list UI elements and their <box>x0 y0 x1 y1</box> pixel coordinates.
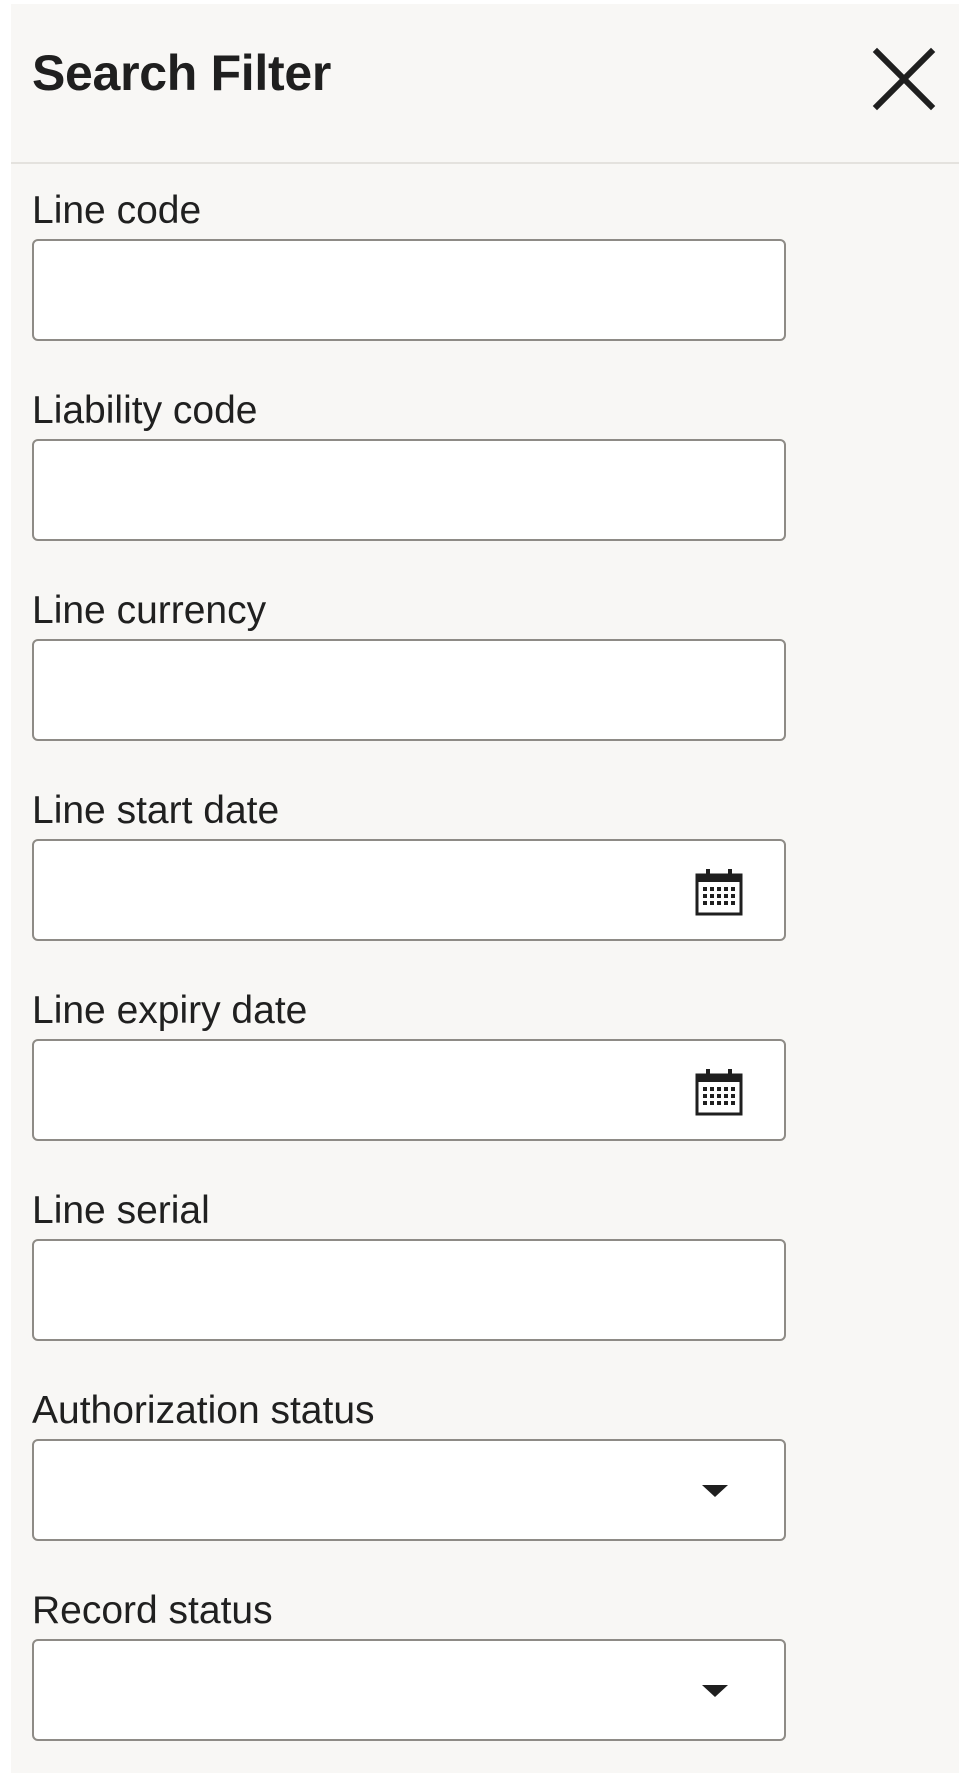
field-label: Authorization status <box>32 1389 375 1432</box>
close-button[interactable] <box>869 44 939 114</box>
panel-title: Search Filter <box>32 45 332 101</box>
line-start-date-input[interactable] <box>32 839 786 941</box>
calendar-icon[interactable] <box>694 1067 744 1117</box>
liability-code-field: Liability code <box>32 389 790 589</box>
line-currency-field: Line currency <box>32 589 790 789</box>
record-status-select[interactable] <box>32 1639 786 1741</box>
field-label: Line start date <box>32 789 280 832</box>
chevron-down-icon <box>702 1685 728 1697</box>
filter-fields: Line code Liability code Line currency L… <box>32 189 790 1789</box>
search-filter-panel: Search Filter Line code Liability code L… <box>11 4 959 1773</box>
close-icon <box>872 47 936 111</box>
line-expiry-date-field: Line expiry date <box>32 989 790 1189</box>
field-label: Line expiry date <box>32 989 308 1032</box>
field-label: Line serial <box>32 1189 210 1232</box>
line-expiry-date-input[interactable] <box>32 1039 786 1141</box>
line-serial-input[interactable] <box>32 1239 786 1341</box>
field-label: Record status <box>32 1589 273 1632</box>
authorization-status-select[interactable] <box>32 1439 786 1541</box>
line-start-date-field: Line start date <box>32 789 790 989</box>
calendar-icon[interactable] <box>694 867 744 917</box>
panel-header: Search Filter <box>11 4 959 164</box>
liability-code-input[interactable] <box>32 439 786 541</box>
field-label: Liability code <box>32 389 258 432</box>
line-code-input[interactable] <box>32 239 786 341</box>
line-serial-field: Line serial <box>32 1189 790 1389</box>
chevron-down-icon <box>702 1485 728 1497</box>
field-label: Line code <box>32 189 202 232</box>
field-label: Line currency <box>32 589 267 632</box>
authorization-status-field: Authorization status <box>32 1389 790 1589</box>
line-code-field: Line code <box>32 189 790 389</box>
record-status-field: Record status <box>32 1589 790 1789</box>
line-currency-input[interactable] <box>32 639 786 741</box>
